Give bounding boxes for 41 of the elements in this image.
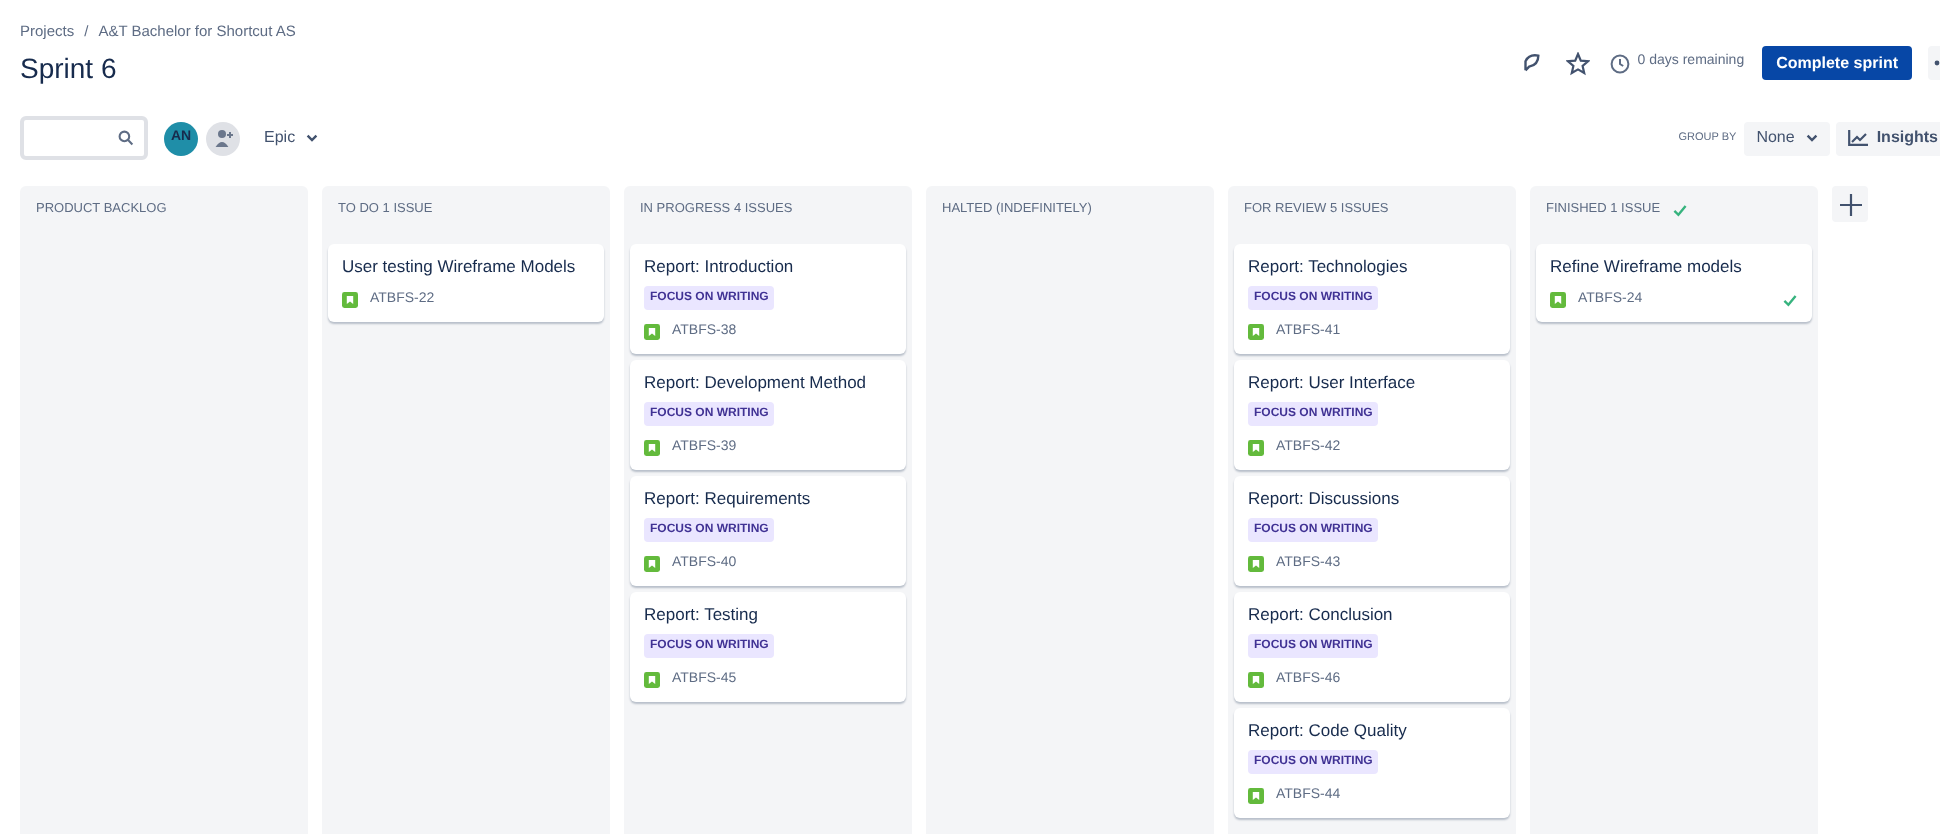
search-field[interactable] xyxy=(20,116,148,161)
issue-title: Report: Development Method xyxy=(644,372,869,395)
story-icon xyxy=(644,671,660,688)
add-people-button[interactable] xyxy=(206,121,240,156)
plus-icon xyxy=(1839,193,1861,216)
issue-title: Refine Wireframe models xyxy=(1550,256,1744,279)
story-icon xyxy=(1248,323,1264,340)
story-icon xyxy=(342,291,358,308)
issue-title: Report: Technologies xyxy=(1248,256,1410,279)
chevron-down-icon xyxy=(1806,134,1819,143)
story-icon xyxy=(644,555,660,572)
sprint-title: Sprint 6 xyxy=(20,50,119,87)
issue-title: Report: Testing xyxy=(644,604,761,627)
story-icon xyxy=(644,323,660,340)
line-chart-icon xyxy=(1848,130,1869,147)
epic-filter-dropdown[interactable]: Epic xyxy=(264,126,318,151)
story-icon xyxy=(644,439,660,456)
story-icon xyxy=(1248,671,1264,688)
insights-button[interactable]: Insights xyxy=(1836,121,1940,156)
issue-title: Report: Introduction xyxy=(644,256,796,279)
issue-title: Report: Discussions xyxy=(1248,488,1402,511)
person-add-icon xyxy=(213,128,233,149)
story-icon xyxy=(1248,439,1264,456)
story-icon xyxy=(1248,555,1264,572)
clock-icon xyxy=(1609,53,1630,73)
add-column-button[interactable] xyxy=(1832,186,1868,223)
story-icon xyxy=(1550,291,1566,308)
search-icon xyxy=(118,130,134,147)
chevron-down-icon xyxy=(305,134,318,143)
feather-icon[interactable] xyxy=(1519,52,1542,74)
issue-title: Report: Requirements xyxy=(644,488,813,511)
star-icon[interactable] xyxy=(1565,51,1590,75)
group-by-dropdown[interactable]: None xyxy=(1744,121,1831,156)
complete-sprint-button[interactable]: Complete sprint xyxy=(1762,46,1912,80)
check-icon xyxy=(1672,202,1689,219)
issue-title: Report: User Interface xyxy=(1248,372,1418,395)
done-check-icon xyxy=(1782,291,1798,308)
issue-title: Report: Conclusion xyxy=(1248,604,1395,627)
story-icon xyxy=(1248,787,1264,804)
issue-title: Report: Code Quality xyxy=(1248,720,1409,743)
issue-title: User testing Wireframe Models xyxy=(342,256,578,279)
